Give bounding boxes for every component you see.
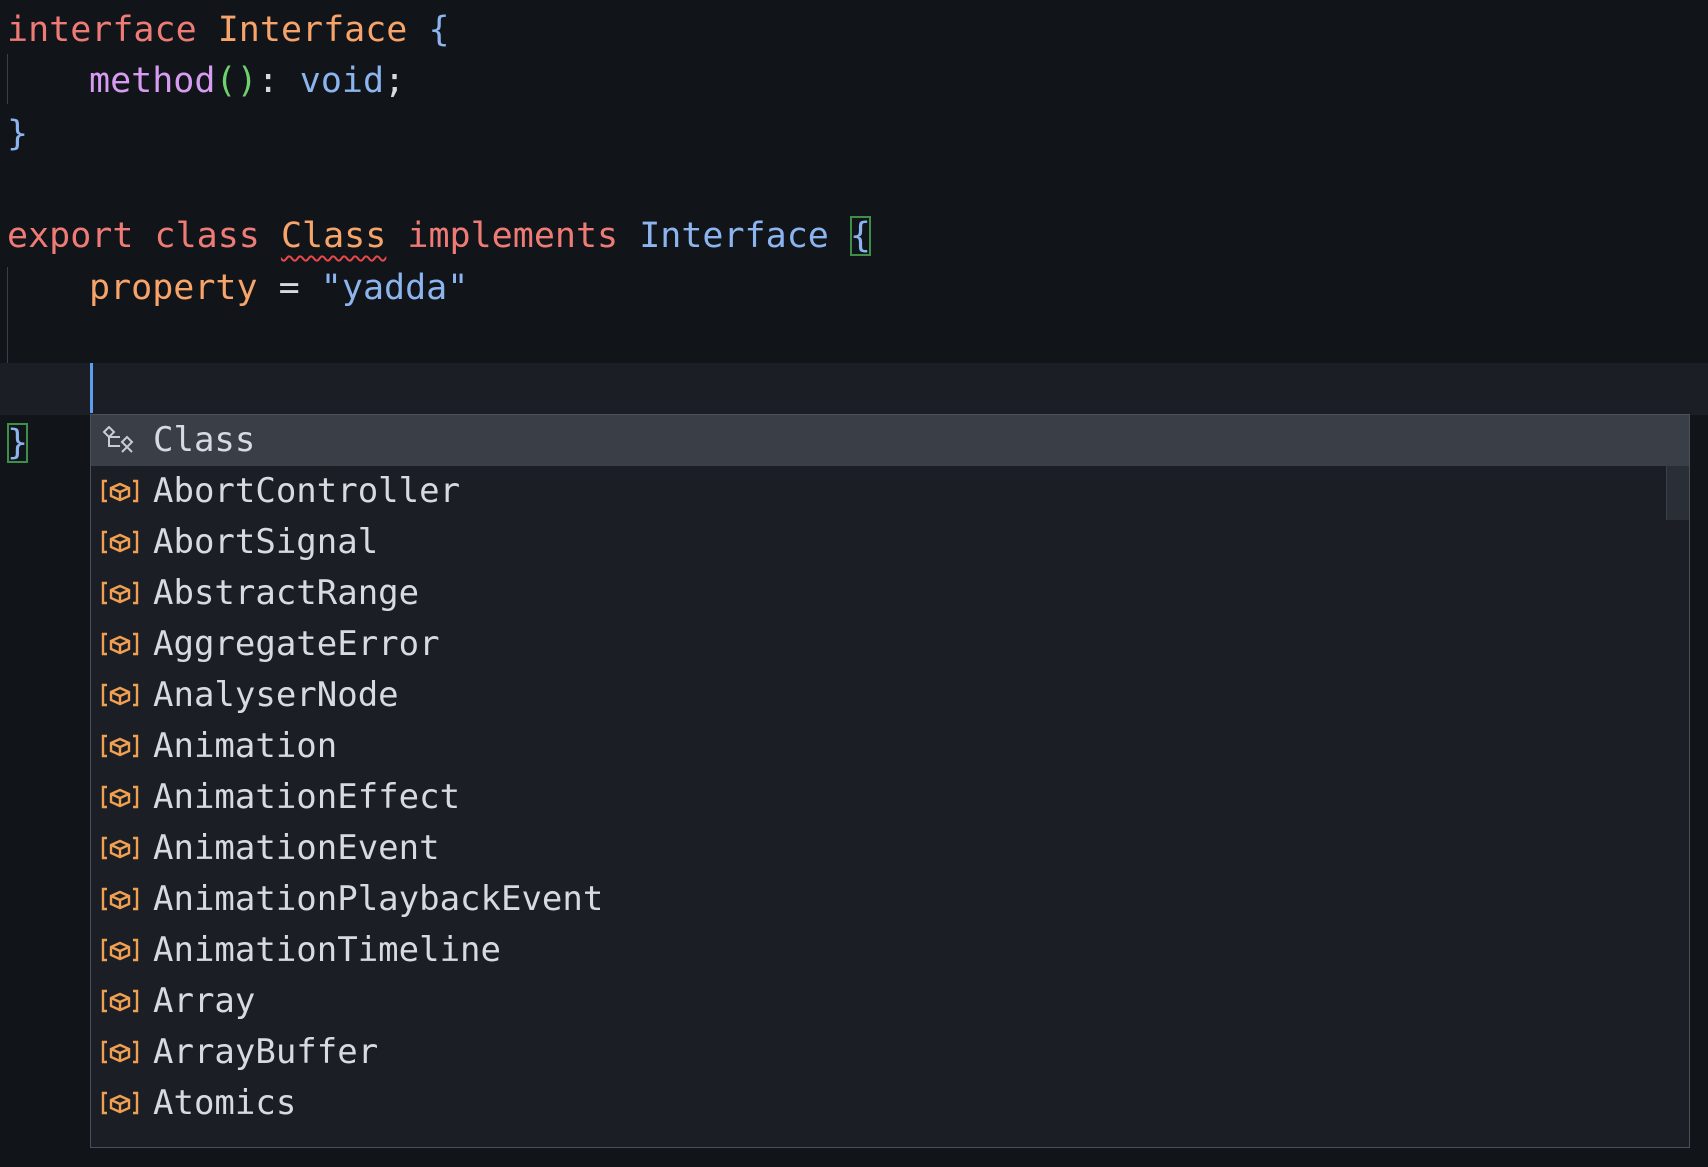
code-line[interactable]: } <box>7 109 28 159</box>
autocomplete-suggest-widget[interactable]: Class AbortController AbortSignal Abstra… <box>90 414 1690 1148</box>
suggest-item-label: Class <box>153 420 256 460</box>
keyword-token: export <box>7 216 134 256</box>
suggest-item[interactable]: Class <box>91 415 1689 466</box>
suggest-item-label: AnimationEffect <box>153 777 461 817</box>
suggest-item[interactable]: AggregateError <box>91 619 1689 670</box>
type-token: void <box>299 61 385 101</box>
string-token: "yadda" <box>320 268 469 308</box>
suggest-item-label: AnimationEvent <box>153 828 440 868</box>
code-editor[interactable]: interface Interface { method(): void; } … <box>0 0 1708 1167</box>
suggest-item[interactable]: AnimationEvent <box>91 823 1689 874</box>
suggest-item-label: AggregateError <box>153 624 440 664</box>
variable-icon <box>101 632 139 656</box>
code-line[interactable]: interface Interface { <box>7 5 450 55</box>
variable-icon <box>101 887 139 911</box>
semicolon-token: ; <box>384 61 406 101</box>
code-line[interactable]: property = "yadda" <box>7 263 468 313</box>
suggest-item-label: AbstractRange <box>153 573 420 613</box>
suggest-item[interactable]: Animation <box>91 721 1689 772</box>
variable-icon <box>101 1040 139 1064</box>
brace-token: { <box>428 10 450 50</box>
method-name-token: method <box>89 61 216 101</box>
code-line[interactable]: } <box>7 418 29 468</box>
keyword-token: implements <box>407 216 619 256</box>
suggest-item-label: AnimationPlaybackEvent <box>153 879 604 919</box>
matched-brace-token: } <box>7 423 29 463</box>
suggest-item[interactable]: AnimationPlaybackEvent <box>91 874 1689 925</box>
variable-icon <box>101 734 139 758</box>
suggest-item[interactable]: AnimationTimeline <box>91 925 1689 976</box>
property-token: property <box>89 268 258 308</box>
variable-icon <box>101 785 139 809</box>
type-name-token: Interface <box>217 10 408 50</box>
class-icon <box>102 426 134 453</box>
variable-icon <box>101 938 139 962</box>
suggest-item[interactable]: AbortSignal <box>91 517 1689 568</box>
suggest-item-label: AbortController <box>153 471 461 511</box>
variable-icon <box>101 989 139 1013</box>
suggest-item[interactable]: AbstractRange <box>91 568 1689 619</box>
suggest-item-label: ArrayBuffer <box>153 1032 379 1072</box>
suggest-item-label: Atomics <box>153 1083 297 1123</box>
variable-icon <box>101 581 139 605</box>
variable-icon <box>101 530 139 554</box>
colon-token: : <box>257 61 300 101</box>
suggest-item-label: AnimationTimeline <box>153 930 501 970</box>
suggest-item[interactable]: AnimationEffect <box>91 772 1689 823</box>
code-line[interactable]: export class Class implements Interface … <box>7 211 871 261</box>
keyword-token: class <box>154 216 260 256</box>
class-name-error-token[interactable]: Class <box>281 216 386 256</box>
paren-token: () <box>215 61 258 101</box>
variable-icon <box>101 1091 139 1115</box>
suggest-item[interactable]: Array <box>91 976 1689 1027</box>
suggest-item[interactable]: AnalyserNode <box>91 670 1689 721</box>
code-line[interactable]: method(): void; <box>7 56 405 106</box>
current-line-highlight <box>0 363 1708 415</box>
suggest-item-label: Array <box>153 981 256 1021</box>
suggest-item[interactable]: AbortController <box>91 466 1689 517</box>
suggest-item-label: AnalyserNode <box>153 675 399 715</box>
text-cursor <box>90 363 93 413</box>
suggest-item-label: Animation <box>153 726 338 766</box>
interface-ref-token: Interface <box>639 216 829 256</box>
suggest-item-label: AbortSignal <box>153 522 379 562</box>
brace-token: } <box>7 114 29 154</box>
suggest-item[interactable]: ArrayBuffer <box>91 1027 1689 1078</box>
variable-icon <box>101 479 139 503</box>
matched-brace-token: { <box>849 216 871 256</box>
variable-icon <box>101 836 139 860</box>
variable-icon <box>101 683 139 707</box>
assign-token: = <box>257 268 321 308</box>
suggest-item[interactable]: Atomics <box>91 1078 1689 1129</box>
keyword-token: interface <box>7 10 197 50</box>
